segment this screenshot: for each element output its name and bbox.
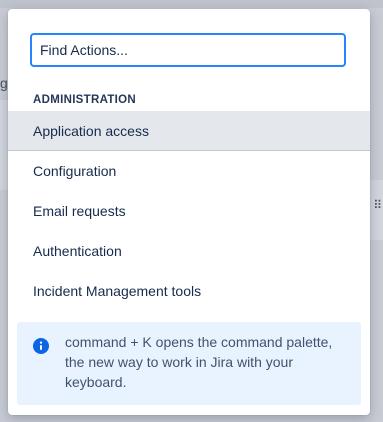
action-item-label: Configuration (33, 163, 117, 179)
background-topbar (0, 0, 383, 8)
search-input[interactable] (32, 35, 344, 65)
info-icon (33, 338, 49, 354)
action-list: Application access Configuration Email r… (8, 111, 370, 311)
section-heading: ADMINISTRATION (33, 94, 137, 106)
search-field[interactable] (30, 33, 346, 67)
action-item-label: Incident Management tools (33, 283, 202, 299)
info-message: command + K opens the command palette, t… (65, 334, 333, 390)
info-banner: command + K opens the command palette, t… (17, 322, 361, 405)
background-panel (0, 100, 8, 190)
action-item-authentication[interactable]: Authentication (8, 231, 370, 271)
action-item-application-access[interactable]: Application access (8, 111, 370, 151)
command-palette-dialog: ADMINISTRATION Application access Config… (8, 9, 370, 415)
action-item-email-requests[interactable]: Email requests (8, 191, 370, 231)
background-text-fragment: g (0, 75, 8, 91)
action-item-label: Application access (33, 123, 149, 139)
action-item-label: Authentication (33, 243, 122, 259)
action-item-configuration[interactable]: Configuration (8, 151, 370, 191)
drag-handle-icon: ⠿ (373, 198, 382, 212)
action-item-label: Email requests (33, 203, 126, 219)
action-item-incident-management-tools[interactable]: Incident Management tools (8, 271, 370, 311)
